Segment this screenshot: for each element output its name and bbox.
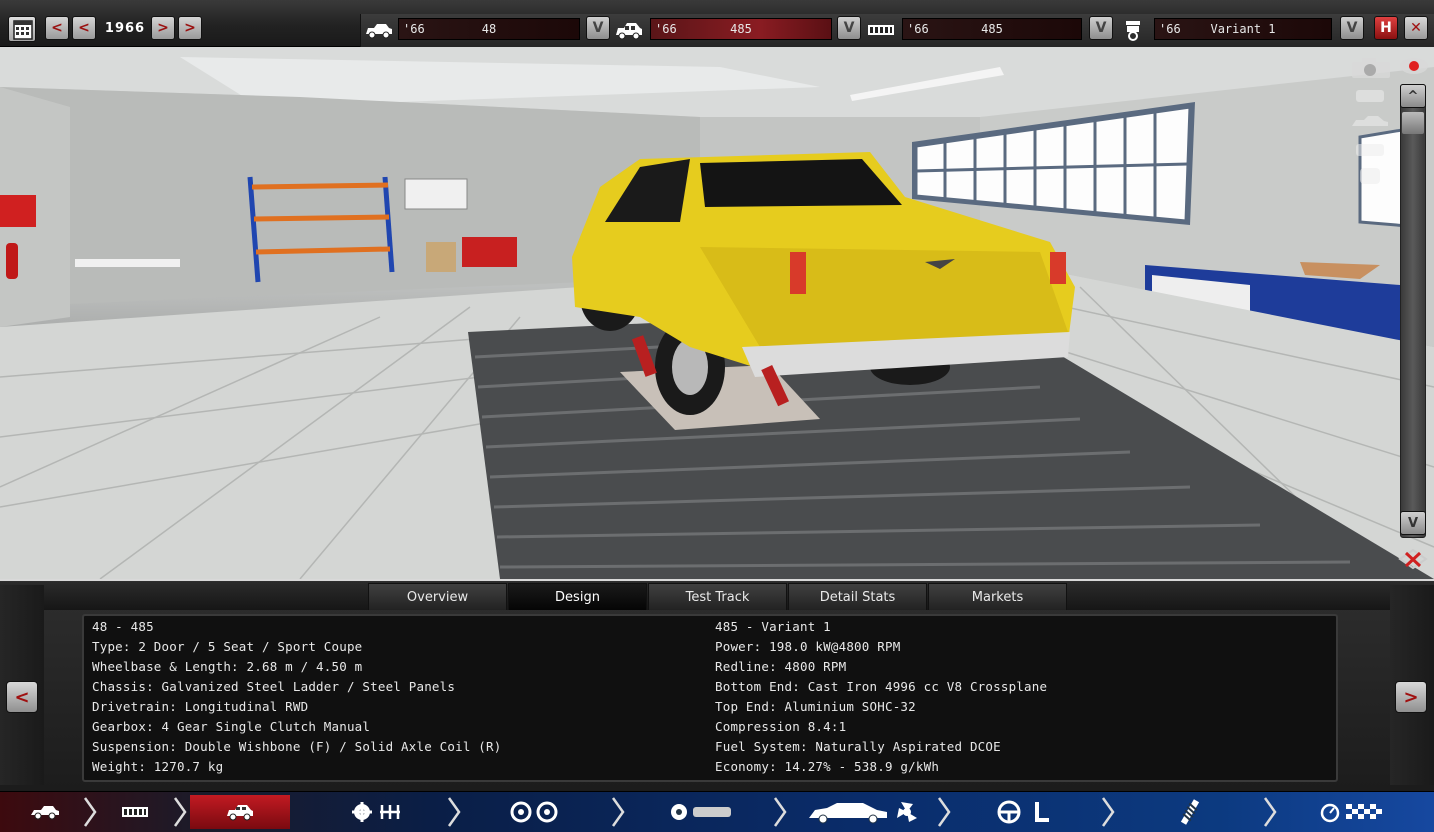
- testing-flag-icon: [1320, 803, 1382, 823]
- trim-selector[interactable]: '66 485: [650, 18, 832, 40]
- model-name: 48: [481, 22, 497, 36]
- chevron-right-icon: [773, 797, 787, 827]
- chevron-right-icon: [611, 797, 625, 827]
- tab-markets[interactable]: Markets: [928, 583, 1067, 610]
- nav-suspension[interactable]: [1160, 795, 1220, 829]
- next-car-button[interactable]: >: [1395, 681, 1427, 713]
- chassis-type: Chassis: Galvanized Steel Ladder / Steel…: [92, 679, 456, 694]
- variant-selector[interactable]: '66 Variant 1: [1154, 18, 1332, 40]
- body-type: Type: 2 Door / 5 Seat / Sport Coupe: [92, 639, 363, 654]
- nav-fixtures[interactable]: [660, 795, 740, 829]
- tab-test-track[interactable]: Test Track: [648, 583, 787, 610]
- engine-dropdown-button[interactable]: V: [1089, 16, 1113, 40]
- engine-variant-title: 485 - Variant 1: [715, 619, 831, 634]
- suspension: Suspension: Double Wishbone (F) / Solid …: [92, 739, 502, 754]
- car-model-icon: [31, 806, 59, 820]
- nav-interior[interactable]: [990, 795, 1060, 829]
- year-back-fast-button[interactable]: <: [45, 16, 69, 40]
- calendar-icon: [13, 20, 33, 40]
- tab-detail-stats[interactable]: Detail Stats: [788, 583, 927, 610]
- year-display: 1966: [104, 20, 146, 36]
- previous-car-button[interactable]: <: [6, 681, 38, 713]
- eye-icon[interactable]: [1398, 56, 1430, 76]
- chassis-frame-icon: [122, 807, 148, 817]
- garage-scene: [0, 47, 1434, 579]
- scroll-thumb[interactable]: [1402, 112, 1424, 134]
- interior-seat-icon: [997, 800, 1049, 824]
- piston-icon: [1118, 18, 1148, 42]
- wheelbase-length: Wheelbase & Length: 2.68 m / 4.50 m: [92, 659, 363, 674]
- chevron-right-icon: [83, 797, 97, 827]
- view-side-icon[interactable]: [1350, 112, 1390, 132]
- nav-wheels[interactable]: [490, 795, 580, 829]
- wheels-icon: [510, 801, 558, 823]
- camera-icon[interactable]: [1350, 56, 1392, 80]
- compression: Compression 8.4:1: [715, 719, 847, 734]
- view-scrollbar[interactable]: [1400, 84, 1426, 538]
- model-trim-title: 48 - 485: [92, 619, 154, 634]
- engine-selector[interactable]: '66 485: [902, 18, 1082, 40]
- car-trim-icon: [614, 18, 644, 42]
- nav-chassis[interactable]: [100, 795, 170, 829]
- nav-testing[interactable]: [1316, 795, 1386, 829]
- drivetrain: Drivetrain: Longitudinal RWD: [92, 699, 309, 714]
- chevron-right-icon: [1263, 797, 1277, 827]
- year-forward-fast-button[interactable]: >: [178, 16, 202, 40]
- view-rear-icon[interactable]: [1350, 140, 1390, 160]
- nav-engine[interactable]: [330, 795, 430, 829]
- scroll-up-button[interactable]: ^: [1400, 84, 1426, 108]
- nav-car-model[interactable]: [10, 795, 80, 829]
- economy: Economy: 14.27% - 538.9 g/kWh: [715, 759, 940, 774]
- model-dropdown-button[interactable]: V: [586, 16, 610, 40]
- variant-dropdown-button[interactable]: V: [1340, 16, 1364, 40]
- view-top-icon[interactable]: [1350, 166, 1390, 186]
- suspension-icon: [1180, 799, 1200, 825]
- trim-car-icon: [227, 805, 253, 821]
- redline: Redline: 4800 RPM: [715, 659, 847, 674]
- year-forward-button[interactable]: >: [151, 16, 175, 40]
- gearbox: Gearbox: 4 Gear Single Clutch Manual: [92, 719, 371, 734]
- aero-fan-icon: [809, 802, 917, 824]
- reset-view-icon[interactable]: [1396, 546, 1430, 572]
- weight: Weight: 1270.7 kg: [92, 759, 224, 774]
- variant-name: Variant 1: [1210, 22, 1276, 36]
- power: Power: 198.0 kW@4800 RPM: [715, 639, 901, 654]
- view-front-icon[interactable]: [1350, 86, 1390, 106]
- car-body-icon: [364, 18, 394, 42]
- trim-name: 485: [730, 22, 752, 36]
- chevron-right-icon: [447, 797, 461, 827]
- save-button[interactable]: H: [1374, 16, 1398, 40]
- calendar-button[interactable]: [8, 16, 36, 42]
- bottom-end: Bottom End: Cast Iron 4996 cc V8 Crosspl…: [715, 679, 1048, 694]
- chevron-right-icon: [937, 797, 951, 827]
- close-button[interactable]: ✕: [1404, 16, 1428, 40]
- top-end: Top End: Aluminium SOHC-32: [715, 699, 916, 714]
- tab-design[interactable]: Design: [508, 583, 647, 610]
- nav-aero[interactable]: [800, 795, 930, 829]
- tab-overview[interactable]: Overview: [368, 583, 507, 610]
- body-design-icon: [671, 804, 731, 820]
- fuel-system: Fuel System: Naturally Aspirated DCOE: [715, 739, 1001, 754]
- 3d-viewport[interactable]: [0, 47, 1434, 579]
- scroll-down-button[interactable]: V: [1400, 511, 1426, 535]
- engine-gear-icon: [352, 802, 400, 822]
- chevron-right-icon: [1101, 797, 1115, 827]
- chevron-right-icon: [173, 797, 187, 827]
- trim-dropdown-button[interactable]: V: [837, 16, 861, 40]
- year-back-button[interactable]: <: [72, 16, 96, 40]
- nav-trim[interactable]: [190, 795, 290, 829]
- engine-block-icon: [866, 18, 896, 42]
- model-selector[interactable]: '66 48: [398, 18, 580, 40]
- engine-name: 485: [981, 22, 1003, 36]
